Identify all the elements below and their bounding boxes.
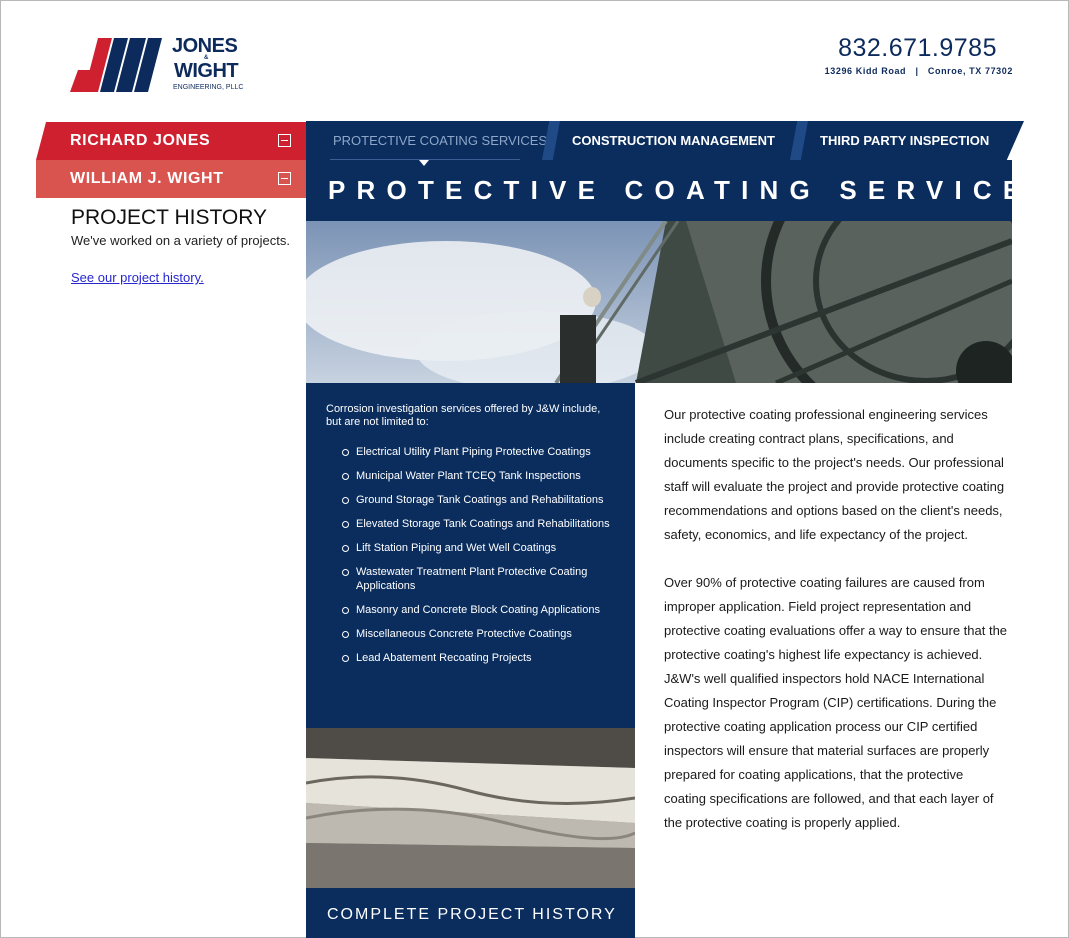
- logo-jones: JONES: [172, 35, 238, 57]
- services-panel: Corrosion investigation services offered…: [306, 383, 635, 728]
- collapse-icon[interactable]: [278, 134, 291, 147]
- list-item: Ground Storage Tank Coatings and Rehabil…: [342, 493, 621, 507]
- logo-subtitle: ENGINEERING, PLLC: [173, 84, 244, 91]
- address: 13296 Kidd Road | Conroe, TX 77302: [824, 66, 1013, 76]
- logo-wight: WIGHT: [174, 60, 239, 82]
- sidebar-item-william-wight[interactable]: WILLIAM J. WIGHT: [36, 160, 306, 198]
- project-history-link[interactable]: See our project history.: [71, 270, 204, 285]
- main-content: Our protective coating professional engi…: [664, 403, 1008, 859]
- list-item: Municipal Water Plant TCEQ Tank Inspecti…: [342, 469, 621, 483]
- tab-construction-management[interactable]: CONSTRUCTION MANAGEMENT: [572, 121, 775, 160]
- sidebar-item-label: WILLIAM J. WIGHT: [70, 170, 224, 187]
- collapse-icon[interactable]: [278, 172, 291, 185]
- paragraph: Our protective coating professional engi…: [664, 407, 1005, 542]
- tab-protective-coating[interactable]: PROTECTIVE COATING SERVICES: [333, 121, 547, 160]
- paragraph: Over 90% of protective coating failures …: [664, 575, 1008, 830]
- list-item: Electrical Utility Plant Piping Protecti…: [342, 445, 621, 459]
- list-item: Masonry and Concrete Block Coating Appli…: [342, 603, 621, 617]
- complete-project-history-button[interactable]: COMPLETE PROJECT HISTORY: [306, 888, 635, 938]
- list-item: Lift Station Piping and Wet Well Coating…: [342, 541, 621, 555]
- hero-image: [306, 221, 1012, 383]
- sidebar-item-richard-jones[interactable]: RICHARD JONES: [36, 122, 306, 160]
- active-tab-caret-icon: [419, 160, 429, 166]
- main-nav: PROTECTIVE COATING SERVICES CONSTRUCTION…: [306, 121, 1024, 160]
- project-history-text: We've worked on a variety of projects.: [71, 233, 291, 248]
- nav-divider: [790, 121, 808, 160]
- project-image[interactable]: [306, 728, 635, 888]
- list-item: Wastewater Treatment Plant Protective Co…: [342, 565, 621, 593]
- sidebar-item-label: RICHARD JONES: [70, 132, 211, 149]
- list-item: Miscellaneous Concrete Protective Coatin…: [342, 627, 621, 641]
- tab-third-party-inspection[interactable]: THIRD PARTY INSPECTION: [820, 121, 989, 160]
- list-item: Lead Abatement Recoating Projects: [342, 651, 621, 665]
- services-list: Electrical Utility Plant Piping Protecti…: [342, 445, 621, 675]
- page-title: PROTECTIVE COATING SERVICES: [306, 160, 1012, 221]
- list-item: Elevated Storage Tank Coatings and Rehab…: [342, 517, 621, 531]
- phone-number[interactable]: 832.671.9785: [838, 34, 997, 63]
- services-intro: Corrosion investigation services offered…: [326, 403, 601, 428]
- project-history-title: PROJECT HISTORY: [71, 206, 268, 229]
